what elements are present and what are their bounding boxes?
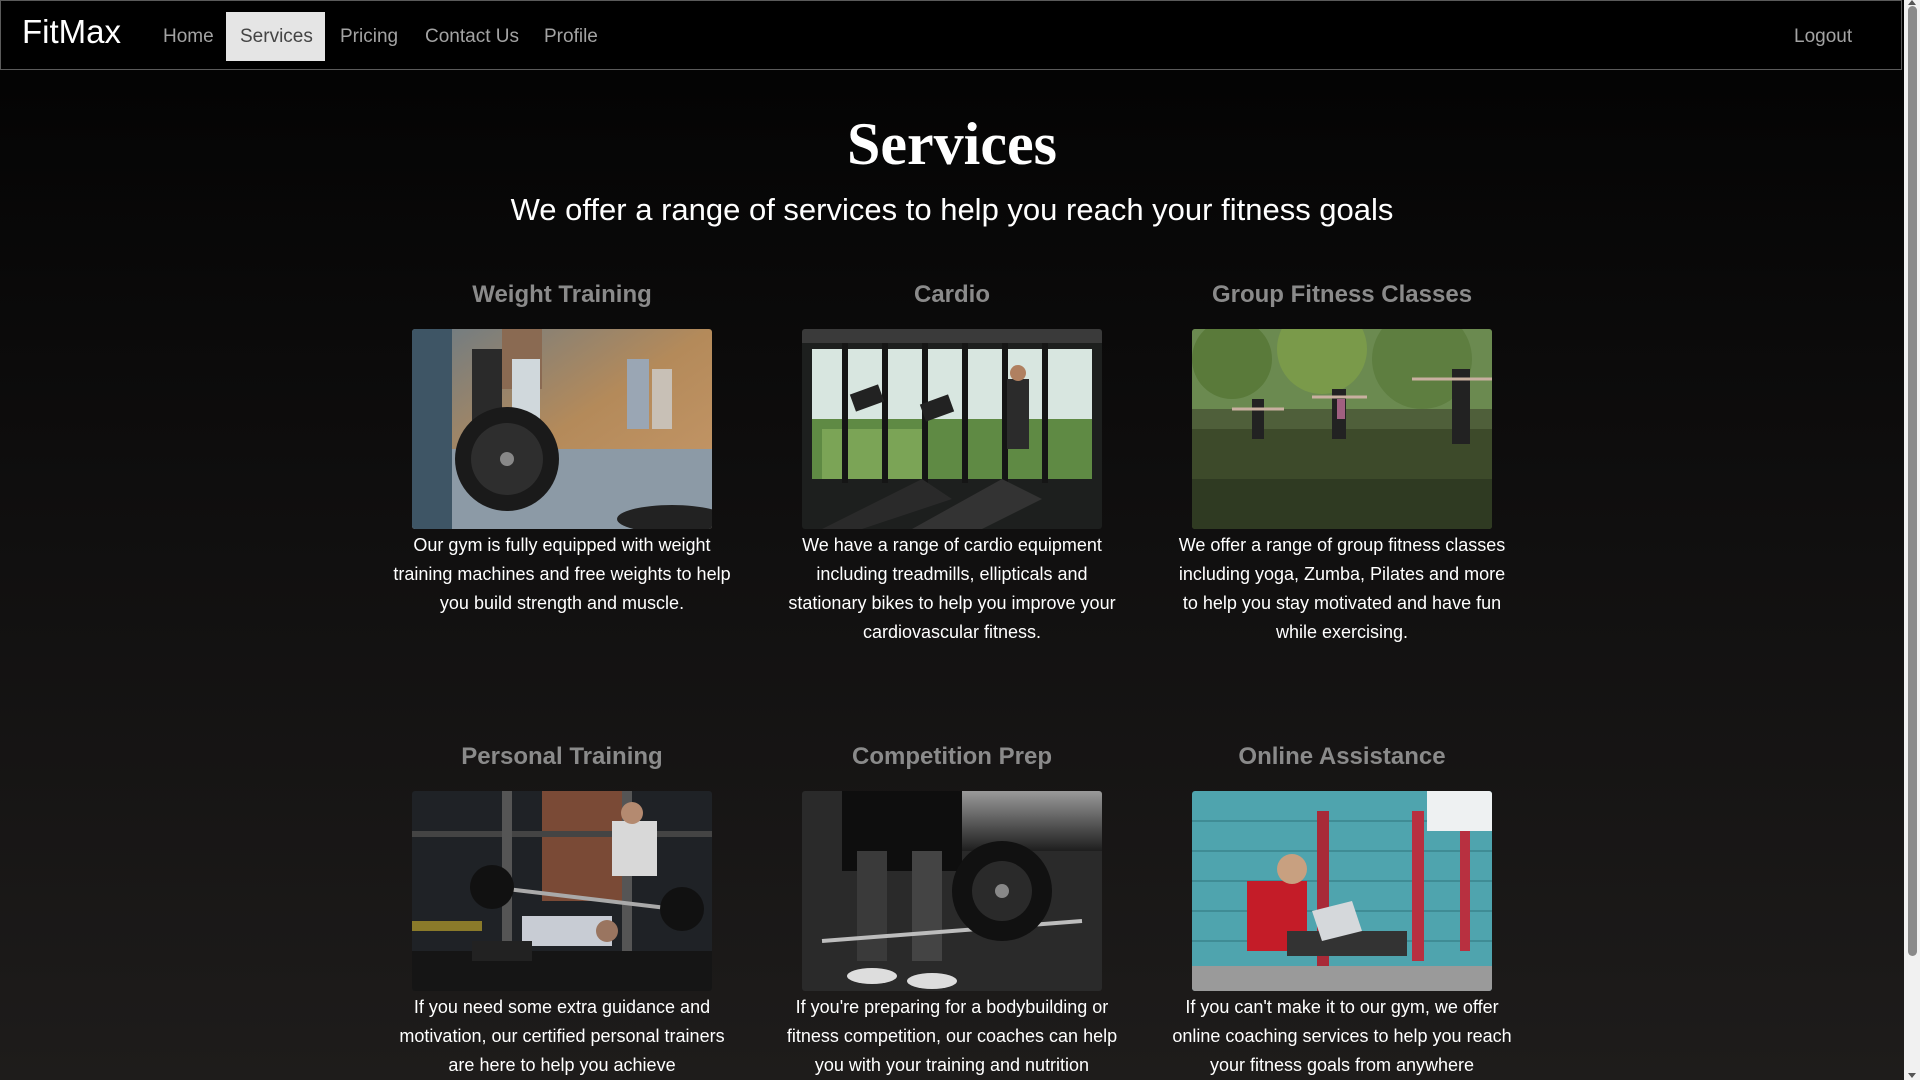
service-title: Group Fitness Classes (1211, 281, 1473, 308)
service-card-competition-prep: Competition Prep If you're preparing for… (782, 742, 1122, 1080)
service-description: If you need some extra guidance and moti… (399, 997, 725, 1075)
nav-services-link[interactable]: Services (226, 12, 325, 61)
page-subtitle: We offer a range of services to help you… (510, 192, 1394, 227)
service-title: Personal Training (461, 743, 663, 770)
online-assistance-image (1192, 791, 1492, 991)
scroll-up-icon[interactable] (1908, 0, 1916, 5)
page: FitMax Home Services Pricing Contact Us … (0, 0, 1904, 1080)
nav-pricing-link[interactable]: Pricing (326, 12, 412, 61)
service-title: Weight Training (472, 281, 652, 308)
competition-prep-image (802, 791, 1102, 991)
service-description: If you're preparing for a bodybuilding o… (786, 997, 1118, 1075)
nav-contact-link[interactable]: Contact Us (411, 12, 533, 61)
personal-training-image (412, 791, 712, 991)
service-card-cardio: Cardio We have a range of cardio equipme… (782, 280, 1122, 647)
weight-training-image (412, 329, 712, 529)
page-title: Services (847, 111, 1057, 177)
service-description: We offer a range of group fitness classe… (1178, 535, 1506, 642)
service-card-group-fitness: Group Fitness Classes We offer a range o… (1172, 280, 1512, 647)
service-description: Our gym is fully equipped with weight tr… (393, 535, 731, 613)
service-card-weight-training: Weight Training Our gym is fully equippe… (392, 280, 732, 618)
service-title: Competition Prep (851, 743, 1052, 770)
service-description: If you can't make it to our gym, we offe… (1172, 997, 1512, 1075)
service-title: Online Assistance (1238, 743, 1446, 770)
nav-home-link[interactable]: Home (149, 12, 228, 61)
service-card-personal-training: Personal Training If you need some extra… (392, 742, 732, 1080)
service-description: We have a range of cardio equipment incl… (788, 535, 1116, 642)
cardio-image (802, 329, 1102, 529)
navbar: FitMax Home Services Pricing Contact Us … (0, 0, 1902, 70)
service-card-online-assistance: Online Assistance If you can't make it t… (1172, 742, 1512, 1080)
scroll-down-icon[interactable] (1908, 1073, 1916, 1078)
nav-profile-link[interactable]: Profile (530, 12, 612, 61)
brand-logo[interactable]: FitMax (22, 12, 121, 52)
vertical-scrollbar[interactable] (1904, 0, 1920, 1080)
service-title: Cardio (913, 281, 990, 308)
logout-link[interactable]: Logout (1780, 12, 1866, 61)
scrollbar-thumb[interactable] (1908, 6, 1917, 956)
group-fitness-image (1192, 329, 1492, 529)
